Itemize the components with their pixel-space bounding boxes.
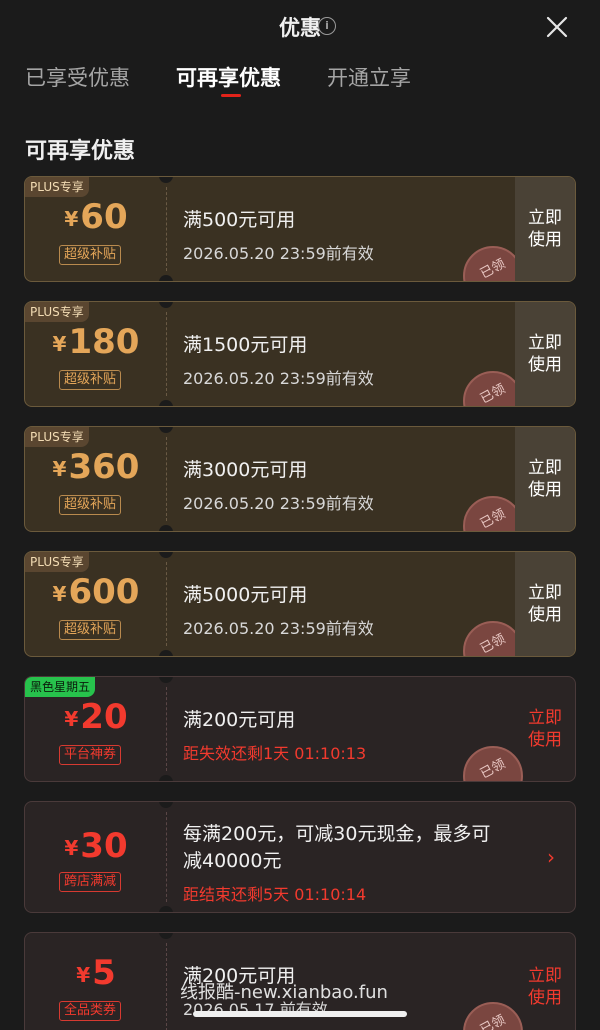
coupon-validity: 2026.05.20 23:59前有效 xyxy=(183,494,374,513)
claimed-stamp: 已领 xyxy=(463,621,523,656)
perforation xyxy=(166,943,167,1030)
coupon-countdown: 距结束还剩5天 01:10:14 xyxy=(183,885,367,904)
plus-exclusive-tag: PLUS专享 xyxy=(25,552,89,572)
active-tab-indicator xyxy=(221,94,241,97)
coupon-amount: ¥30 xyxy=(64,826,128,866)
section-title: 可再享优惠 xyxy=(25,139,136,164)
use-now-button[interactable]: 立即 使用 xyxy=(515,302,575,406)
coupon-card[interactable]: PLUS专享 ¥600 超级补贴 满5000元可用 2026.05.20 23:… xyxy=(24,551,576,657)
coupon-amount: ¥600 xyxy=(52,572,140,612)
coupon-condition: 满500元可用 xyxy=(183,209,296,231)
info-icon[interactable]: i xyxy=(318,17,336,35)
tab-bar: 已享受优惠 可再享优惠 开通立享 xyxy=(0,62,600,106)
claimed-stamp: 已领 xyxy=(463,246,523,281)
perforation xyxy=(166,812,167,902)
coupon-amount: ¥20 xyxy=(64,697,128,737)
plus-exclusive-tag: PLUS专享 xyxy=(25,177,89,197)
coupon-condition: 满200元可用 xyxy=(183,709,296,731)
coupon-countdown: 距失效还剩1天 01:10:13 xyxy=(183,744,367,763)
home-indicator[interactable] xyxy=(193,1011,407,1017)
use-now-button[interactable]: 立即 使用 xyxy=(515,177,575,281)
coupon-condition-line-1: 每满200元，可减30元现金，最多可 xyxy=(183,823,491,845)
coupon-amount: ¥5 xyxy=(76,953,116,993)
coupon-condition-line-2: 减40000元 xyxy=(183,850,282,872)
coupon-amount: ¥60 xyxy=(64,197,128,237)
header: 优惠 i xyxy=(0,0,600,56)
coupon-card[interactable]: PLUS专享 ¥360 超级补贴 满3000元可用 2026.05.20 23:… xyxy=(24,426,576,532)
coupon-card[interactable]: ¥30 跨店满减 每满200元，可减30元现金，最多可 减40000元 距结束还… xyxy=(24,801,576,913)
coupon-validity: 2026.05.20 23:59前有效 xyxy=(183,619,374,638)
tab-activate-benefits[interactable]: 开通立享 xyxy=(327,62,411,92)
tab-available-discounts[interactable]: 可再享优惠 xyxy=(176,62,281,92)
plus-exclusive-tag: PLUS专享 xyxy=(25,427,89,447)
coupon-type-badge: 平台神券 xyxy=(59,745,122,765)
claimed-stamp: 已领 xyxy=(463,1002,523,1030)
coupon-card[interactable]: 黑色星期五 ¥20 平台神券 满200元可用 距失效还剩1天 01:10:13 … xyxy=(24,676,576,782)
coupon-card[interactable]: PLUS专享 ¥180 超级补贴 满1500元可用 2026.05.20 23:… xyxy=(24,301,576,407)
use-now-button[interactable]: 立即 使用 xyxy=(515,933,575,1030)
black-friday-tag: 黑色星期五 xyxy=(25,677,96,697)
coupon-type-badge: 全品类券 xyxy=(59,1001,122,1021)
coupon-type-badge: 超级补贴 xyxy=(59,495,122,515)
close-icon[interactable] xyxy=(544,14,570,40)
claimed-stamp: 已领 xyxy=(463,371,523,406)
coupon-type-badge: 跨店满减 xyxy=(59,872,122,892)
perforation xyxy=(166,437,167,521)
coupon-amount: ¥360 xyxy=(52,447,140,487)
page-title: 优惠 xyxy=(279,16,321,40)
coupon-condition: 满3000元可用 xyxy=(183,459,308,481)
coupon-type-badge: 超级补贴 xyxy=(59,370,122,390)
coupon-validity: 2026.05.20 23:59前有效 xyxy=(183,369,374,388)
claimed-stamp: 已领 xyxy=(463,496,523,531)
coupon-amount: ¥180 xyxy=(52,322,140,362)
perforation xyxy=(166,562,167,646)
perforation xyxy=(166,312,167,396)
coupon-condition: 满5000元可用 xyxy=(183,584,308,606)
chevron-right-icon[interactable]: › xyxy=(547,845,555,869)
perforation xyxy=(166,687,167,771)
coupon-type-badge: 超级补贴 xyxy=(59,245,122,265)
coupon-card[interactable]: PLUS专享 ¥60 超级补贴 满500元可用 2026.05.20 23:59… xyxy=(24,176,576,282)
plus-exclusive-tag: PLUS专享 xyxy=(25,302,89,322)
use-now-button[interactable]: 立即 使用 xyxy=(515,552,575,656)
coupon-type-badge: 超级补贴 xyxy=(59,620,122,640)
use-now-button[interactable]: 立即 使用 xyxy=(515,427,575,531)
use-now-button[interactable]: 立即 使用 xyxy=(515,677,575,781)
claimed-stamp: 已领 xyxy=(463,746,523,781)
coupon-validity: 2026.05.20 23:59前有效 xyxy=(183,244,374,263)
coupon-condition: 满1500元可用 xyxy=(183,334,308,356)
watermark-text: 线报酷-new.xianbao.fun xyxy=(180,982,388,1003)
perforation xyxy=(166,187,167,271)
tab-used-discounts[interactable]: 已享受优惠 xyxy=(25,62,130,92)
